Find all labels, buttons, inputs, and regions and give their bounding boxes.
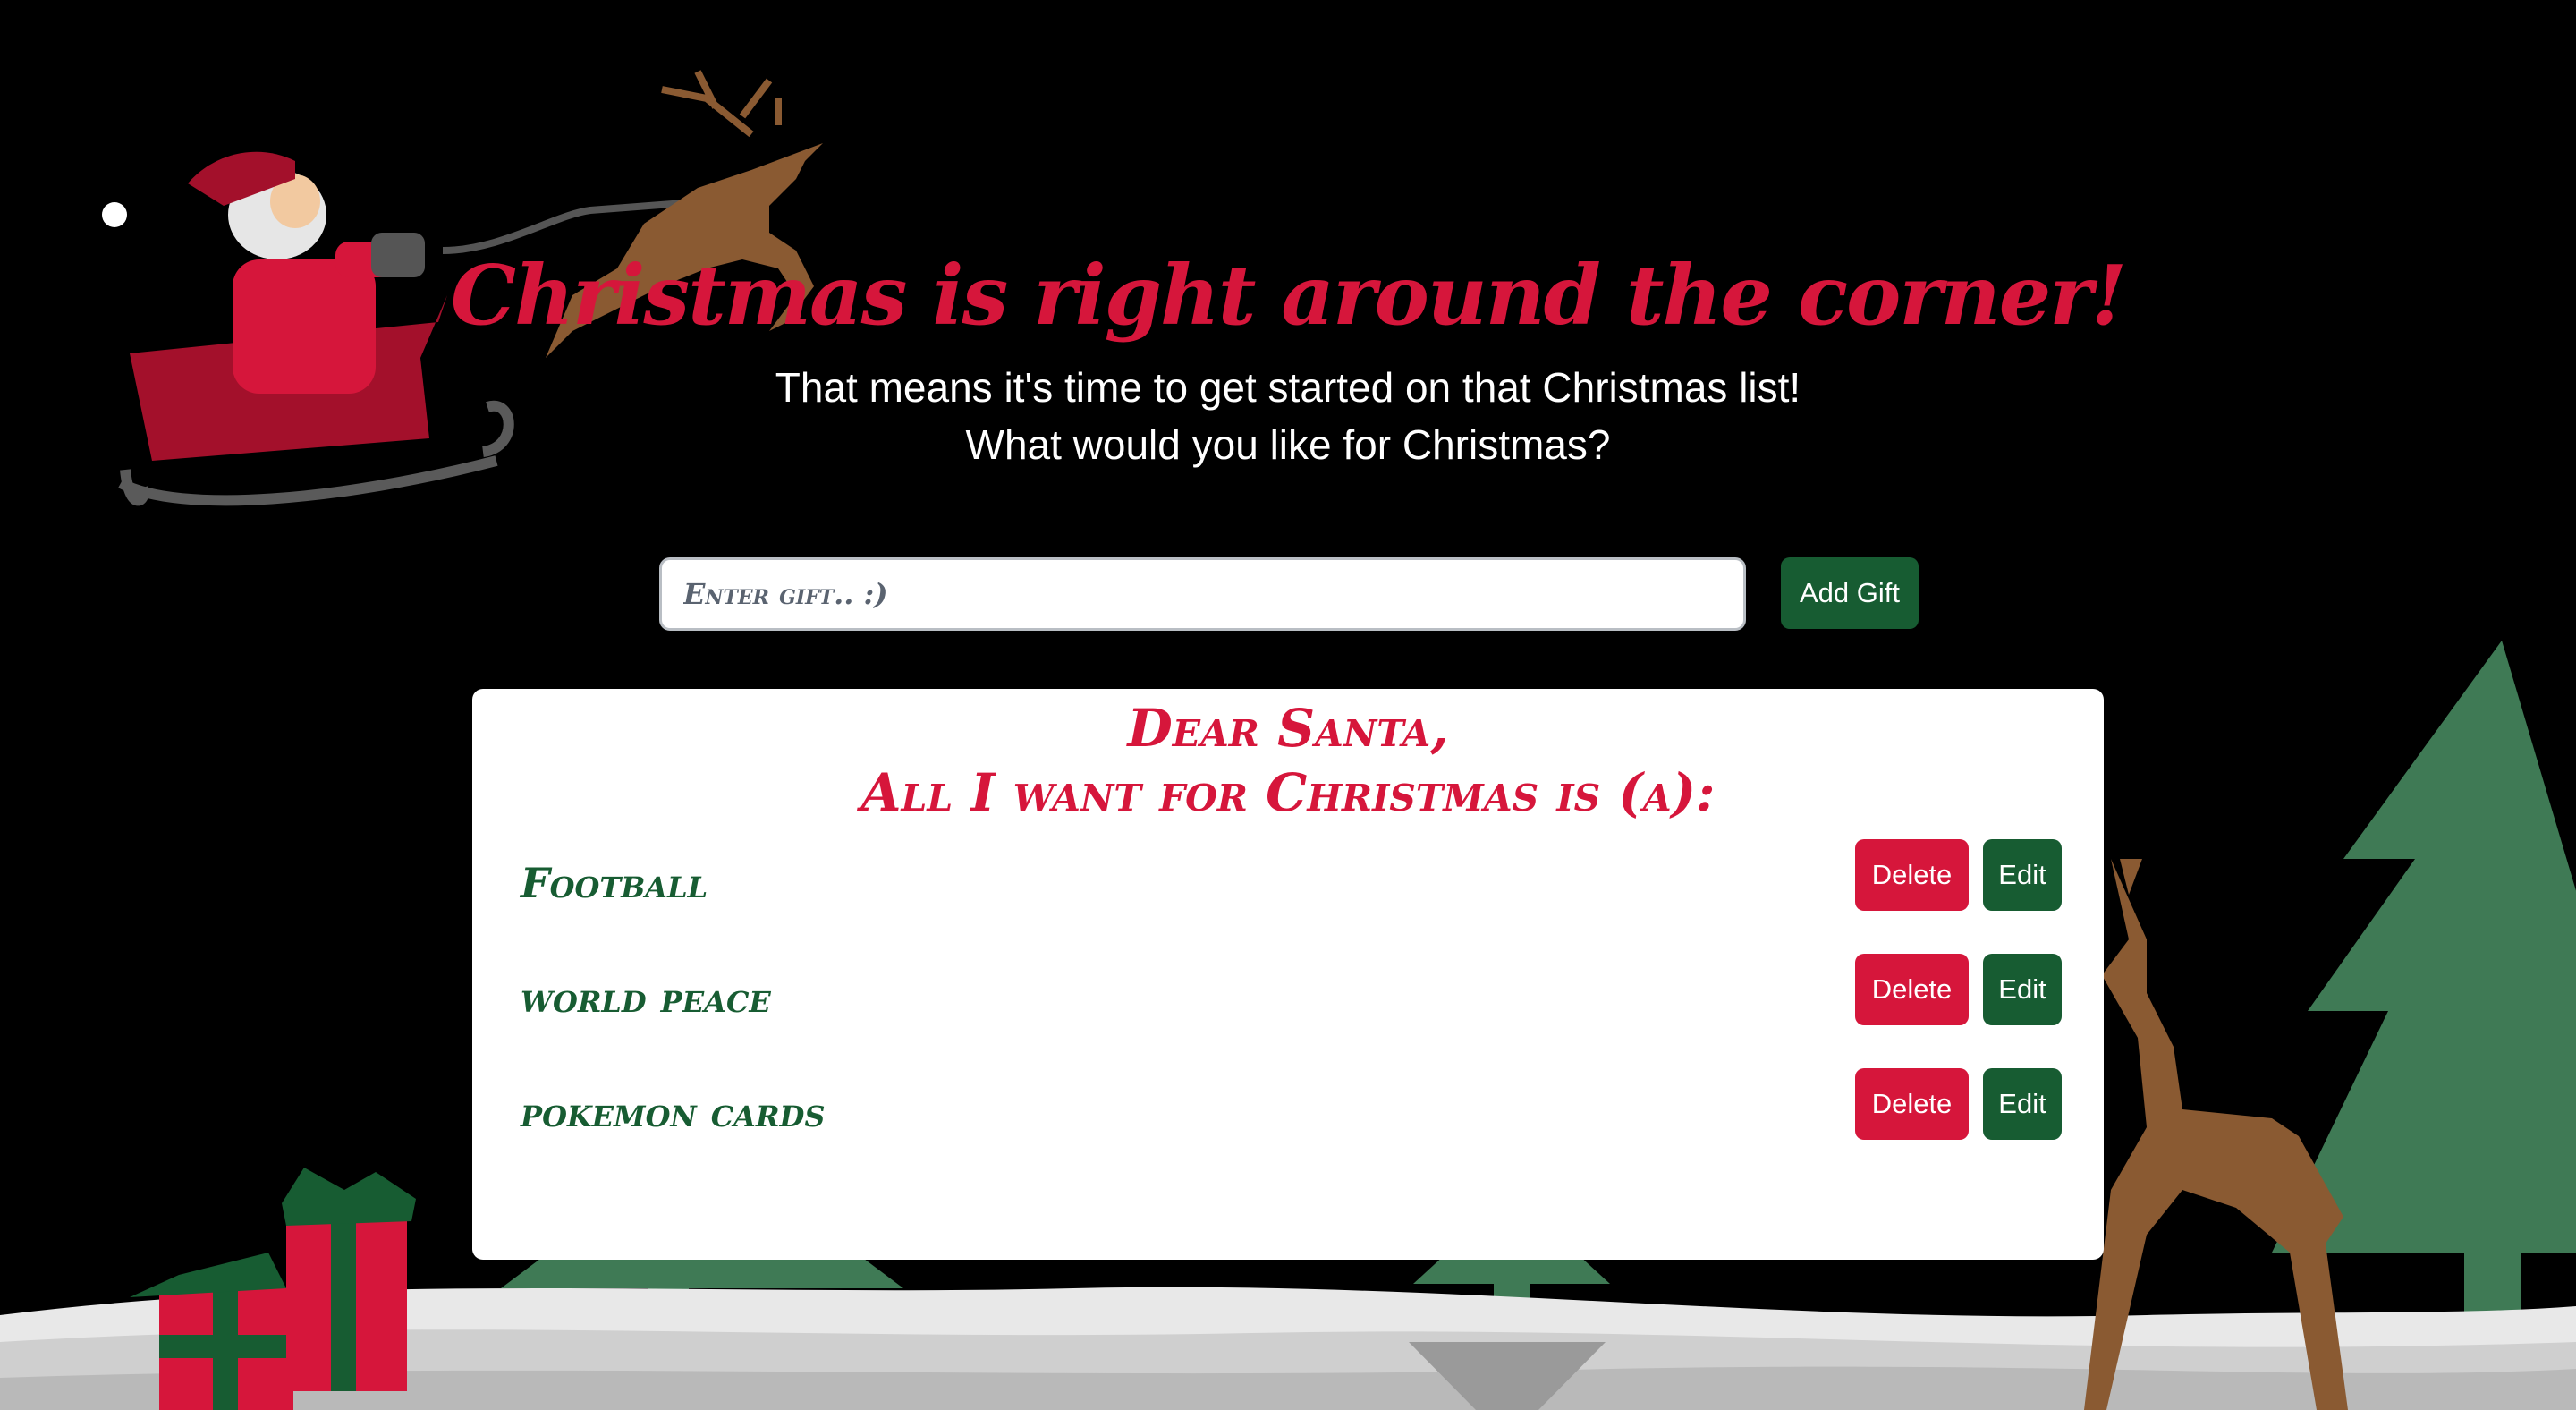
page-header: Christmas is right around the corner! Th… bbox=[0, 247, 2576, 473]
delete-button[interactable]: Delete bbox=[1855, 954, 1969, 1025]
edit-button[interactable]: Edit bbox=[1983, 839, 2062, 911]
gift-name: world peace bbox=[521, 973, 771, 1022]
edit-button[interactable]: Edit bbox=[1983, 954, 2062, 1025]
gift-list-item: pokemon cards Delete Edit bbox=[472, 1068, 2104, 1183]
gift-input[interactable] bbox=[659, 557, 1746, 631]
gift-box-icon bbox=[130, 1168, 416, 1410]
gift-list: Football Delete Edit world peace Delete … bbox=[472, 839, 2104, 1183]
gift-list-item: world peace Delete Edit bbox=[472, 954, 2104, 1068]
gift-name: pokemon cards bbox=[521, 1088, 826, 1136]
delete-button[interactable]: Delete bbox=[1855, 839, 1969, 911]
subtitle-line2: What would you like for Christmas? bbox=[965, 421, 1611, 469]
gift-name: Football bbox=[521, 859, 708, 907]
letter-greeting: Dear Santa, bbox=[1127, 698, 1449, 759]
add-gift-button[interactable]: Add Gift bbox=[1781, 557, 1919, 629]
letter-wish-heading: All I want for Christmas is (a): bbox=[860, 762, 1716, 823]
add-gift-form: Add Gift bbox=[659, 557, 1919, 631]
page-title: Christmas is right around the corner! bbox=[450, 247, 2127, 344]
subtitle-line1: That means it's time to get started on t… bbox=[775, 364, 1801, 412]
delete-button[interactable]: Delete bbox=[1855, 1068, 1969, 1140]
edit-button[interactable]: Edit bbox=[1983, 1068, 2062, 1140]
santa-letter-card: Dear Santa, All I want for Christmas is … bbox=[472, 689, 2104, 1260]
gift-list-item: Football Delete Edit bbox=[472, 839, 2104, 954]
